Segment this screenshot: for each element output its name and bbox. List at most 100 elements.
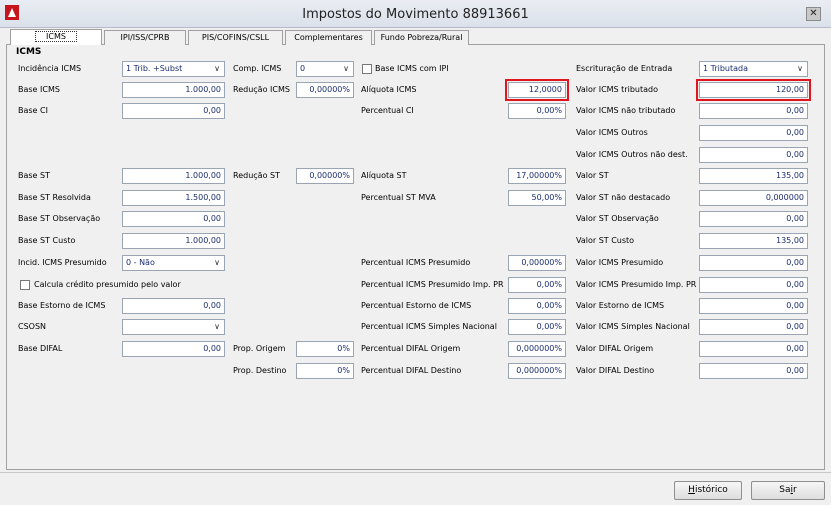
label-valor-icms-outros: Valor ICMS Outros <box>576 128 648 137</box>
valor-icms-presumido-pr-field[interactable]: 0,00 <box>699 277 808 293</box>
base-icms-field[interactable]: 1.000,00 <box>122 82 225 98</box>
valor-icms-nao-tributado-field[interactable]: 0,00 <box>699 103 808 119</box>
base-estorno-icms-field[interactable]: 0,00 <box>122 298 225 314</box>
window-title: Impostos do Movimento 88913661 <box>302 7 529 22</box>
label-valor-icms-nao-tributado: Valor ICMS não tributado <box>576 106 676 115</box>
csosn-select[interactable]: ∨ <box>122 319 225 335</box>
reducao-icms-field[interactable]: 0,00000% <box>296 82 354 98</box>
button-label: Sa <box>779 485 791 495</box>
chevron-down-icon: ∨ <box>214 322 220 331</box>
label-valor-estorno-icms: Valor Estorno de ICMS <box>576 301 665 310</box>
tab-fundo-pobreza-rural[interactable]: Fundo Pobreza/Rural <box>374 30 469 45</box>
select-value: 1 Tributada <box>703 64 749 73</box>
label-percentual-icms-simples: Percentual ICMS Simples Nacional <box>361 322 497 331</box>
base-st-field[interactable]: 1.000,00 <box>122 168 225 184</box>
valor-st-custo-field[interactable]: 135,00 <box>699 233 808 249</box>
tab-pis-cofins-csll[interactable]: PIS/COFINS/CSLL <box>188 30 283 45</box>
button-label: istórico <box>694 485 728 495</box>
percentual-st-mva-field[interactable]: 50,00% <box>508 190 566 206</box>
percentual-estorno-icms-field[interactable]: 0,00% <box>508 298 566 314</box>
select-value: 1 Trib. +Subst <box>126 64 183 73</box>
valor-st-nao-destacado-field[interactable]: 0,000000 <box>699 190 808 206</box>
label-percentual-st-mva: Percentual ST MVA <box>361 193 436 202</box>
label-base-ci: Base CI <box>18 106 48 115</box>
percentual-difal-destino-field[interactable]: 0,000000% <box>508 363 566 379</box>
historico-button[interactable]: Histórico <box>674 481 742 500</box>
calcula-credito-checkbox[interactable] <box>20 280 30 290</box>
label-reducao-st: Redução ST <box>233 171 280 180</box>
label-base-icms: Base ICMS <box>18 85 60 94</box>
label-incidencia-icms: Incidência ICMS <box>18 64 82 73</box>
label-percentual-icms-presumido: Percentual ICMS Presumido <box>361 258 471 267</box>
base-icms-com-ipi-checkbox[interactable] <box>362 64 372 74</box>
percentual-icms-simples-field[interactable]: 0,00% <box>508 319 566 335</box>
prop-origem-field[interactable]: 0% <box>296 341 354 357</box>
aliquota-icms-field[interactable]: 12,0000 <box>505 79 569 101</box>
valor-st-field[interactable]: 135,00 <box>699 168 808 184</box>
base-difal-field[interactable]: 0,00 <box>122 341 225 357</box>
valor-icms-outros-field[interactable]: 0,00 <box>699 125 808 141</box>
label-base-estorno-icms: Base Estorno de ICMS <box>18 301 106 310</box>
valor-icms-tributado-field[interactable]: 120,00 <box>696 79 811 101</box>
aliquota-st-field[interactable]: 17,00000% <box>508 168 566 184</box>
label-valor-icms-outros-nao-dest: Valor ICMS Outros não dest. <box>576 150 688 159</box>
valor-icms-presumido-field[interactable]: 0,00 <box>699 255 808 271</box>
incid-icms-presumido-select[interactable]: 0 - Não ∨ <box>122 255 225 271</box>
label-valor-st-nao-destacado: Valor ST não destacado <box>576 193 671 202</box>
label-base-st-observacao: Base ST Observação <box>18 214 101 223</box>
label-escrituracao-entrada: Escrituração de Entrada <box>576 64 673 73</box>
prop-destino-field[interactable]: 0% <box>296 363 354 379</box>
label-percentual-difal-origem: Percentual DIFAL Origem <box>361 344 461 353</box>
tab-ipi-iss-cprb[interactable]: IPI/ISS/CPRB <box>104 30 186 45</box>
accelerator-key: H <box>688 485 695 495</box>
valor-st-observacao-field[interactable]: 0,00 <box>699 211 808 227</box>
label-aliquota-st: Alíquota ST <box>361 171 407 180</box>
chevron-down-icon: ∨ <box>214 258 220 267</box>
label-percentual-estorno-icms: Percentual Estorno de ICMS <box>361 301 472 310</box>
label-prop-destino: Prop. Destino <box>233 366 287 375</box>
tab-label: Complementares <box>294 33 363 42</box>
label-base-difal: Base DIFAL <box>18 344 63 353</box>
close-icon[interactable]: ✕ <box>806 7 821 21</box>
label-incid-icms-presumido: Incid. ICMS Presumido <box>18 258 107 267</box>
section-title: ICMS <box>16 47 42 57</box>
valor-estorno-icms-field[interactable]: 0,00 <box>699 298 808 314</box>
base-st-observacao-field[interactable]: 0,00 <box>122 211 225 227</box>
label-base-st-custo: Base ST Custo <box>18 236 76 245</box>
percentual-ci-field[interactable]: 0,00% <box>508 103 566 119</box>
label-percentual-icms-presumido-pr: Percentual ICMS Presumido Imp. PR <box>361 280 504 289</box>
label-valor-icms-simples: Valor ICMS Simples Nacional <box>576 322 690 331</box>
sair-button[interactable]: Sair <box>751 481 825 500</box>
tab-label: ICMS <box>35 31 77 42</box>
label-calcula-credito: Calcula crédito presumido pelo valor <box>34 280 181 289</box>
incidencia-icms-select[interactable]: 1 Trib. +Subst ∨ <box>122 61 225 77</box>
label-valor-st-custo: Valor ST Custo <box>576 236 635 245</box>
label-valor-st-observacao: Valor ST Observação <box>576 214 659 223</box>
tab-complementares[interactable]: Complementares <box>285 30 372 45</box>
valor-icms-simples-field[interactable]: 0,00 <box>699 319 808 335</box>
percentual-icms-presumido-pr-field[interactable]: 0,00% <box>508 277 566 293</box>
footer-divider <box>0 472 831 473</box>
label-csosn: CSOSN <box>18 322 47 331</box>
base-ci-field[interactable]: 0,00 <box>122 103 225 119</box>
percentual-difal-origem-field[interactable]: 0,000000% <box>508 341 566 357</box>
label-percentual-difal-destino: Percentual DIFAL Destino <box>361 366 462 375</box>
base-st-resolvida-field[interactable]: 1.500,00 <box>122 190 225 206</box>
reducao-st-field[interactable]: 0,00000% <box>296 168 354 184</box>
valor-icms-outros-nao-dest-field[interactable]: 0,00 <box>699 147 808 163</box>
base-st-custo-field[interactable]: 1.000,00 <box>122 233 225 249</box>
percentual-icms-presumido-field[interactable]: 0,00000% <box>508 255 566 271</box>
valor-difal-origem-field[interactable]: 0,00 <box>699 341 808 357</box>
tab-icms[interactable]: ICMS <box>10 29 102 45</box>
label-valor-icms-tributado: Valor ICMS tributado <box>576 85 658 94</box>
comp-icms-select[interactable]: 0 ∨ <box>296 61 354 77</box>
tab-label: Fundo Pobreza/Rural <box>380 33 463 42</box>
label-comp-icms: Comp. ICMS <box>233 64 282 73</box>
select-value: 0 - Não <box>126 258 155 267</box>
label-base-icms-com-ipi: Base ICMS com IPI <box>375 64 449 73</box>
valor-difal-destino-field[interactable]: 0,00 <box>699 363 808 379</box>
label-percentual-ci: Percentual CI <box>361 106 414 115</box>
escrituracao-entrada-select[interactable]: 1 Tributada ∨ <box>699 61 808 77</box>
chevron-down-icon: ∨ <box>214 64 220 73</box>
tab-label: PIS/COFINS/CSLL <box>201 33 270 42</box>
